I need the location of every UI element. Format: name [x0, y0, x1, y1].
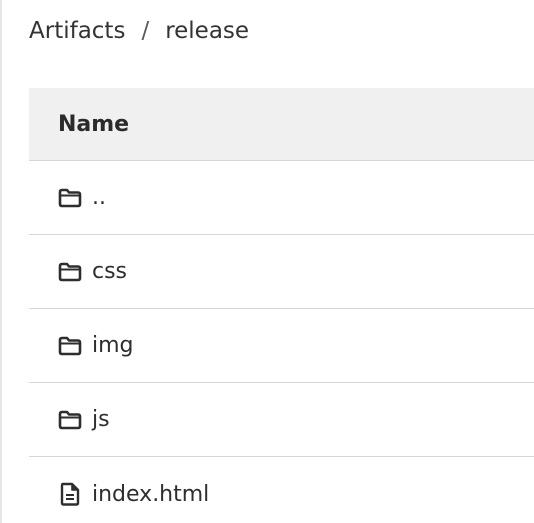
row-label: css	[92, 259, 128, 284]
folder-icon	[58, 260, 82, 284]
folder-icon	[58, 408, 82, 432]
column-header-name[interactable]: Name	[58, 112, 129, 137]
row-label: index.html	[92, 481, 210, 507]
breadcrumb-separator: /	[141, 18, 150, 44]
table-row-img[interactable]: img	[29, 309, 534, 383]
row-label: ..	[92, 185, 106, 210]
folder-icon	[58, 186, 82, 210]
table-header: Name	[29, 88, 534, 161]
file-table: Name .. css img js index.html	[29, 88, 534, 523]
table-row-index-html[interactable]: index.html	[29, 457, 534, 523]
artifact-browser: Artifacts / release Name .. css img js i…	[0, 0, 534, 523]
folder-icon	[58, 334, 82, 358]
table-row-parent[interactable]: ..	[29, 161, 534, 235]
left-border	[0, 0, 2, 523]
table-row-js[interactable]: js	[29, 383, 534, 457]
breadcrumb: Artifacts / release	[29, 14, 249, 48]
row-label: js	[92, 407, 110, 432]
table-row-css[interactable]: css	[29, 235, 534, 309]
breadcrumb-root[interactable]: Artifacts	[29, 18, 125, 44]
file-icon	[58, 482, 82, 506]
row-label: img	[92, 333, 134, 358]
breadcrumb-current: release	[165, 18, 250, 44]
